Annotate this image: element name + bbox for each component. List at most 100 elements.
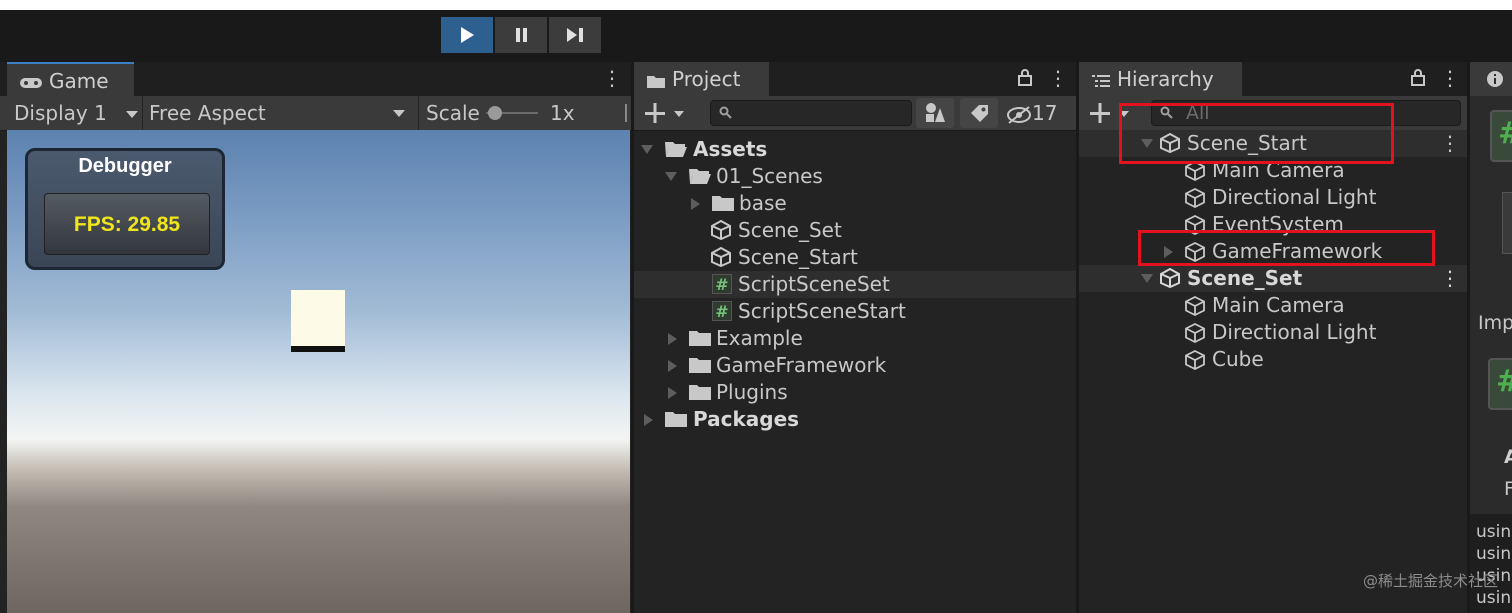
lock-icon[interactable]	[1411, 68, 1425, 91]
gameobject-label: Directional Light	[1212, 185, 1377, 209]
tree-item[interactable]: Assets	[634, 136, 1076, 163]
chevron-down-icon	[393, 110, 405, 117]
script-icon-large: #	[1488, 358, 1512, 410]
playmode-controls	[441, 17, 603, 53]
expand-arrow-icon[interactable]	[1141, 274, 1153, 283]
cube-object	[291, 290, 345, 346]
folder-icon	[712, 196, 734, 211]
gameobject-row[interactable]: Main Camera	[1079, 292, 1467, 319]
tree-item-label: Example	[716, 326, 803, 350]
scale-label: Scale	[426, 101, 480, 125]
hidden-packages-toggle[interactable]: 17	[1006, 96, 1057, 130]
folder-icon	[689, 331, 711, 346]
scene-label: Scene_Start	[1187, 131, 1307, 155]
tab-hierarchy[interactable]: Hierarchy	[1079, 62, 1242, 96]
fps-text: FPS: 29.85	[73, 213, 181, 236]
gameobject-label: Main Camera	[1212, 293, 1345, 317]
step-button[interactable]	[549, 17, 601, 53]
game-tabbar: Game ⋮	[0, 62, 631, 96]
aspect-dropdown[interactable]: Free Aspect	[149, 96, 411, 130]
tree-item[interactable]: # ScriptSceneSet	[634, 271, 1076, 298]
display-dropdown[interactable]: Display 1	[14, 96, 138, 130]
tree-item[interactable]: Scene_Start	[634, 244, 1076, 271]
unity-scene-icon	[711, 247, 731, 267]
play-button[interactable]	[441, 17, 493, 53]
tab-game[interactable]: Game	[7, 62, 134, 96]
debugger-window[interactable]: Debugger FPS: 29.85	[25, 148, 225, 270]
hierarchy-menu-icon[interactable]: ⋮	[1440, 68, 1460, 88]
gameobject-row[interactable]: Main Camera	[1079, 157, 1467, 184]
gameobject-row[interactable]: Directional Light	[1079, 319, 1467, 346]
project-tree: Assets 01_Scenes base Scene_Set Scene_St…	[634, 130, 1076, 613]
search-placeholder: All	[1186, 102, 1210, 124]
unity-scene-icon	[1160, 133, 1180, 153]
step-icon	[567, 28, 583, 42]
plus-icon	[1090, 103, 1129, 123]
expand-arrow-icon[interactable]	[668, 360, 677, 372]
expand-arrow-icon[interactable]	[668, 387, 677, 399]
expand-arrow-icon[interactable]	[1141, 139, 1153, 148]
create-button[interactable]	[644, 100, 690, 126]
eye-hidden-icon	[1007, 105, 1031, 124]
tab-inspector[interactable]	[1470, 62, 1512, 96]
info-icon	[1487, 71, 1503, 87]
inspector-text: A	[1504, 446, 1512, 468]
filter-by-label-button[interactable]	[960, 98, 998, 128]
tree-item[interactable]: Example	[634, 325, 1076, 352]
unity-scene-icon	[711, 220, 731, 240]
tab-hierarchy-label: Hierarchy	[1117, 67, 1214, 91]
hierarchy-search-input[interactable]: All	[1151, 100, 1461, 126]
inspector-field[interactable]	[1502, 192, 1512, 254]
tree-item[interactable]: Scene_Set	[634, 217, 1076, 244]
tree-item[interactable]: GameFramework	[634, 352, 1076, 379]
expand-arrow-icon[interactable]	[1164, 246, 1173, 258]
slider-handle[interactable]	[488, 106, 502, 120]
scene-menu-icon[interactable]: ⋮	[1440, 265, 1460, 292]
tree-item[interactable]: # ScriptSceneStart	[634, 298, 1076, 325]
scene-row[interactable]: Scene_Set ⋮	[1079, 265, 1467, 292]
tree-item[interactable]: Packages	[634, 406, 1076, 433]
gameobject-row[interactable]: Directional Light	[1079, 184, 1467, 211]
scale-slider[interactable]	[486, 106, 538, 120]
game-menu-icon[interactable]: ⋮	[602, 68, 622, 88]
inspector-panel: # Imp # A F usin usin usin usin	[1470, 62, 1512, 613]
tree-item[interactable]: Plugins	[634, 379, 1076, 406]
game-viewport[interactable]: Debugger FPS: 29.85	[7, 130, 630, 613]
tree-item[interactable]: base	[634, 190, 1076, 217]
scene-menu-icon[interactable]: ⋮	[1440, 130, 1460, 157]
scene-label: Scene_Set	[1187, 266, 1303, 290]
tab-project[interactable]: Project	[634, 62, 769, 96]
project-menu-icon[interactable]: ⋮	[1048, 68, 1068, 88]
scale-value: 1x	[550, 101, 575, 125]
game-panel: Game ⋮ Display 1 Free Aspect Scale 1x De…	[0, 62, 631, 613]
fps-button[interactable]: FPS: 29.85	[44, 193, 210, 255]
expand-arrow-icon[interactable]	[691, 198, 700, 210]
gameobject-row[interactable]: GameFramework	[1079, 238, 1467, 265]
list-icon	[1092, 74, 1110, 87]
project-panel: Project ⋮ 17 Assets 01_Scenes base Scene…	[634, 62, 1076, 613]
expand-arrow-icon[interactable]	[668, 333, 677, 345]
gameobject-row[interactable]: EventSystem	[1079, 211, 1467, 238]
expand-arrow-icon[interactable]	[665, 172, 677, 181]
inspector-text: F	[1504, 478, 1512, 500]
create-button[interactable]	[1089, 100, 1135, 126]
project-search-input[interactable]	[710, 100, 912, 126]
gameobject-label: Cube	[1212, 347, 1264, 371]
scene-row[interactable]: Scene_Start ⋮	[1079, 130, 1467, 157]
divider	[625, 104, 627, 122]
csharp-script-icon: #	[712, 274, 732, 294]
search-icon	[1160, 106, 1173, 119]
plus-icon	[645, 103, 684, 123]
project-tabbar: Project ⋮	[634, 62, 1076, 96]
main-toolbar	[0, 0, 1512, 62]
tree-item[interactable]: 01_Scenes	[634, 163, 1076, 190]
expand-arrow-icon[interactable]	[644, 414, 653, 426]
filter-by-type-button[interactable]	[916, 98, 954, 128]
tag-icon	[971, 105, 988, 122]
window-top-edge	[0, 0, 1512, 10]
tree-item-label: 01_Scenes	[716, 164, 823, 188]
expand-arrow-icon[interactable]	[641, 145, 653, 154]
gameobject-row[interactable]: Cube	[1079, 346, 1467, 373]
pause-button[interactable]	[495, 17, 547, 53]
lock-icon[interactable]	[1018, 68, 1032, 91]
